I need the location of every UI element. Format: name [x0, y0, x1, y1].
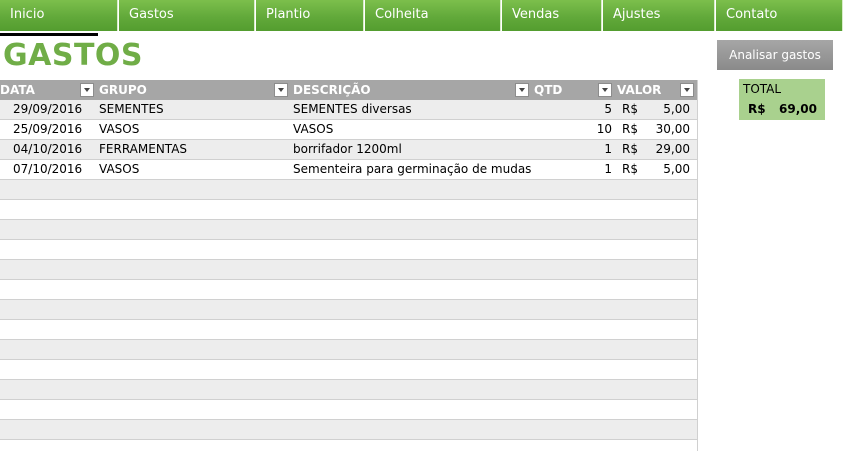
- nav-ajustes-button[interactable]: Ajustes: [603, 0, 715, 31]
- filter-description-dropdown-icon[interactable]: [515, 83, 529, 97]
- empty-table-row[interactable]: [0, 300, 698, 320]
- page-title: GASTOS: [3, 38, 144, 73]
- table-row[interactable]: 07/10/2016 VASOS Sementeira para germina…: [0, 160, 698, 180]
- table-row[interactable]: 04/10/2016 FERRAMENTAS borrifador 1200ml…: [0, 140, 698, 160]
- analyse-expenses-button[interactable]: Analisar gastos: [717, 40, 833, 70]
- cell-value: 29,00: [655, 142, 690, 156]
- table-row[interactable]: 29/09/2016 SEMENTES SEMENTES diversas 5 …: [0, 100, 698, 120]
- cell-qty: 1: [604, 142, 612, 156]
- filter-value-dropdown-icon[interactable]: [680, 83, 694, 97]
- filter-group-dropdown-icon[interactable]: [274, 83, 288, 97]
- top-nav: Inicio Gastos Plantio Colheita Vendas Aj…: [0, 0, 843, 31]
- filter-date-dropdown-icon[interactable]: [80, 83, 94, 97]
- active-nav-indicator: [0, 33, 98, 36]
- cell-currency: R$: [622, 142, 638, 156]
- cell-group: VASOS: [99, 162, 140, 176]
- nav-gastos-button[interactable]: Gastos: [119, 0, 255, 31]
- cell-qty: 1: [604, 162, 612, 176]
- empty-table-row[interactable]: [0, 380, 698, 400]
- cell-description: borrifador 1200ml: [293, 142, 402, 156]
- cell-date: 29/09/2016: [13, 102, 83, 116]
- header-group: GRUPO: [99, 83, 147, 97]
- empty-table-row[interactable]: [0, 420, 698, 440]
- cell-description: VASOS: [293, 122, 334, 136]
- nav-contato-button[interactable]: Contato: [716, 0, 843, 31]
- cell-description: Sementeira para germinação de mudas: [293, 162, 531, 176]
- cell-group: FERRAMENTAS: [99, 142, 188, 156]
- cell-currency: R$: [622, 162, 638, 176]
- empty-table-row[interactable]: [0, 180, 698, 200]
- cell-qty: 5: [604, 102, 612, 116]
- nav-vendas-button[interactable]: Vendas: [502, 0, 602, 31]
- cell-description: SEMENTES diversas: [293, 102, 412, 116]
- cell-date: 25/09/2016: [13, 122, 83, 136]
- empty-table-row[interactable]: [0, 200, 698, 220]
- cell-date: 07/10/2016: [13, 162, 83, 176]
- empty-table-row[interactable]: [0, 220, 698, 240]
- cell-currency: R$: [622, 102, 638, 116]
- header-value: VALOR: [617, 83, 662, 97]
- empty-table-row[interactable]: [0, 280, 698, 300]
- table-header: DATA GRUPO DESCRIÇÃO QTD VALOR: [0, 80, 698, 100]
- nav-colheita-button[interactable]: Colheita: [365, 0, 501, 31]
- cell-value: 30,00: [655, 122, 690, 136]
- table-row[interactable]: 25/09/2016 VASOS VASOS 10 R$ 30,00: [0, 120, 698, 140]
- cell-qty: 10: [596, 122, 612, 136]
- header-description: DESCRIÇÃO: [293, 83, 371, 97]
- empty-table-row[interactable]: [0, 240, 698, 260]
- cell-group: VASOS: [99, 122, 140, 136]
- nav-plantio-button[interactable]: Plantio: [256, 0, 364, 31]
- header-qty: QTD: [534, 83, 563, 97]
- table-right-border: [697, 80, 698, 451]
- total-currency: R$: [748, 102, 766, 116]
- empty-table-row[interactable]: [0, 340, 698, 360]
- empty-table-row[interactable]: [0, 440, 698, 451]
- cell-value: 5,00: [663, 162, 690, 176]
- header-date: DATA: [0, 83, 35, 97]
- filter-qty-dropdown-icon[interactable]: [598, 83, 612, 97]
- total-label: TOTAL: [743, 82, 782, 96]
- total-card: TOTAL R$ 69,00: [739, 79, 825, 120]
- empty-table-row[interactable]: [0, 260, 698, 280]
- cell-date: 04/10/2016: [13, 142, 83, 156]
- total-value: 69,00: [779, 102, 817, 116]
- empty-table-row[interactable]: [0, 320, 698, 340]
- empty-table-row[interactable]: [0, 360, 698, 380]
- nav-inicio-button[interactable]: Inicio: [0, 0, 118, 31]
- cell-value: 5,00: [663, 102, 690, 116]
- empty-table-row[interactable]: [0, 400, 698, 420]
- expenses-table: DATA GRUPO DESCRIÇÃO QTD VALOR 29/09/201…: [0, 80, 698, 451]
- cell-currency: R$: [622, 122, 638, 136]
- cell-group: SEMENTES: [99, 102, 164, 116]
